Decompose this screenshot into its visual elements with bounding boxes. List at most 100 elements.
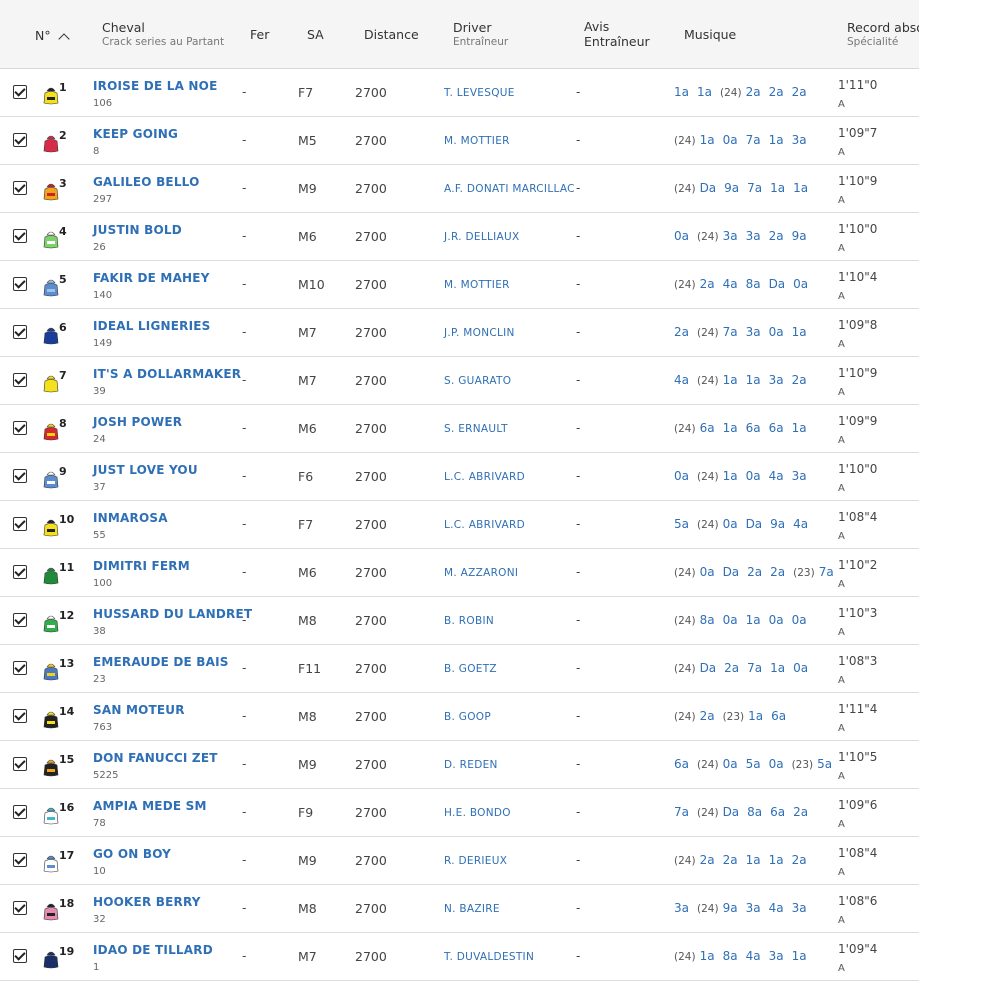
musique-result-link[interactable]: 1a: [746, 853, 761, 867]
horse-name-link[interactable]: FAKIR DE MAHEY: [93, 271, 210, 285]
horse-name-link[interactable]: JUSTIN BOLD: [93, 223, 182, 237]
table-row[interactable]: 1 IROISE DE LA NOE 106 - F7 2700 T. LEVESQUE - 1…: [0, 69, 919, 117]
musique-result-link[interactable]: 1a: [746, 613, 761, 627]
musique-result-link[interactable]: 3a: [792, 469, 807, 483]
musique-result-link[interactable]: 2a: [770, 565, 785, 579]
musique-result-link[interactable]: 4a: [746, 949, 761, 963]
header-distance[interactable]: Distance: [364, 0, 434, 68]
driver-link[interactable]: T. LEVESQUE: [444, 87, 515, 99]
musique-result-link[interactable]: 2a: [792, 853, 807, 867]
musique-result-link[interactable]: 2a: [723, 853, 738, 867]
table-row[interactable]: 12 HUSSARD DU LANDRET 38 - M8 2700 B. ROBIN - (2…: [0, 597, 919, 645]
musique-result-link[interactable]: 8a: [700, 613, 715, 627]
musique-result-link[interactable]: 0a: [769, 613, 784, 627]
select-checkbox[interactable]: [13, 949, 27, 963]
musique-result-link[interactable]: 1a: [746, 373, 761, 387]
musique-result-link[interactable]: 6a: [746, 421, 761, 435]
table-row[interactable]: 18 HOOKER BERRY 32 - M8 2700 N. BAZIRE - 3a (24) 9…: [0, 885, 919, 933]
musique-result-link[interactable]: 7a: [747, 661, 762, 675]
driver-link[interactable]: D. REDEN: [444, 759, 498, 771]
musique-result-link[interactable]: 5a: [817, 757, 832, 771]
musique-result-link[interactable]: 0a: [723, 517, 738, 531]
header-avis[interactable]: Avis Entraîneur: [584, 0, 664, 68]
musique-result-link[interactable]: 7a: [747, 181, 762, 195]
select-checkbox[interactable]: [13, 133, 27, 147]
table-row[interactable]: 7 IT'S A DOLLARMAKER 39 - M7 2700 S. GUARATO - 4…: [0, 357, 919, 405]
horse-name-link[interactable]: JOSH POWER: [93, 415, 182, 429]
musique-result-link[interactable]: Da: [769, 277, 786, 291]
musique-result-link[interactable]: 6a: [771, 709, 786, 723]
select-checkbox[interactable]: [13, 85, 27, 99]
musique-result-link[interactable]: 4a: [674, 373, 689, 387]
driver-link[interactable]: M. AZZARONI: [444, 567, 518, 579]
musique-result-link[interactable]: 1a: [792, 949, 807, 963]
musique-result-link[interactable]: 7a: [746, 133, 761, 147]
select-checkbox[interactable]: [13, 517, 27, 531]
musique-result-link[interactable]: 8a: [746, 277, 761, 291]
driver-link[interactable]: J.P. MONCLIN: [444, 327, 515, 339]
musique-result-link[interactable]: 2a: [700, 277, 715, 291]
musique-result-link[interactable]: 9a: [770, 517, 785, 531]
musique-result-link[interactable]: 7a: [723, 325, 738, 339]
horse-name-link[interactable]: JUST LOVE YOU: [93, 463, 198, 477]
musique-result-link[interactable]: 2a: [674, 325, 689, 339]
musique-result-link[interactable]: 5a: [746, 757, 761, 771]
table-row[interactable]: 6 IDEAL LIGNERIES 149 - M7 2700 J.P. MONCLIN - 2…: [0, 309, 919, 357]
musique-result-link[interactable]: 0a: [723, 613, 738, 627]
musique-result-link[interactable]: 9a: [792, 229, 807, 243]
horse-name-link[interactable]: HOOKER BERRY: [93, 895, 201, 909]
musique-result-link[interactable]: 0a: [723, 757, 738, 771]
musique-result-link[interactable]: 9a: [723, 901, 738, 915]
musique-result-link[interactable]: 0a: [769, 325, 784, 339]
musique-result-link[interactable]: 3a: [746, 325, 761, 339]
musique-result-link[interactable]: 3a: [769, 373, 784, 387]
horse-name-link[interactable]: IT'S A DOLLARMAKER: [93, 367, 241, 381]
select-checkbox[interactable]: [13, 229, 27, 243]
select-checkbox[interactable]: [13, 325, 27, 339]
driver-link[interactable]: A.F. DONATI MARCILLAC: [444, 183, 575, 195]
musique-result-link[interactable]: 0a: [674, 469, 689, 483]
table-row[interactable]: 4 JUSTIN BOLD 26 - M6 2700 J.R. DELLIAUX - 0a (24…: [0, 213, 919, 261]
driver-link[interactable]: M. MOTTIER: [444, 135, 510, 147]
musique-result-link[interactable]: Da: [723, 805, 740, 819]
horse-name-link[interactable]: EMERAUDE DE BAIS: [93, 655, 229, 669]
horse-name-link[interactable]: AMPIA MEDE SM: [93, 799, 207, 813]
driver-link[interactable]: L.C. ABRIVARD: [444, 519, 525, 531]
driver-link[interactable]: H.E. BONDO: [444, 807, 511, 819]
musique-result-link[interactable]: 1a: [792, 421, 807, 435]
select-checkbox[interactable]: [13, 277, 27, 291]
select-checkbox[interactable]: [13, 565, 27, 579]
musique-result-link[interactable]: Da: [746, 517, 763, 531]
musique-result-link[interactable]: 0a: [793, 277, 808, 291]
select-checkbox[interactable]: [13, 469, 27, 483]
musique-result-link[interactable]: 5a: [674, 517, 689, 531]
table-row[interactable]: 10 INMAROSA 55 - F7 2700 L.C. ABRIVARD - 5a (24) 0…: [0, 501, 919, 549]
musique-result-link[interactable]: 6a: [700, 421, 715, 435]
table-row[interactable]: 3 GALILEO BELLO 297 - M9 2700 A.F. DONATI MARC…: [0, 165, 919, 213]
driver-link[interactable]: S. ERNAULT: [444, 423, 508, 435]
musique-result-link[interactable]: 0a: [700, 565, 715, 579]
table-row[interactable]: 2 KEEP GOING 8 - M5 2700 M. MOTTIER - (24) 1a 0a 7a…: [0, 117, 919, 165]
driver-link[interactable]: R. DERIEUX: [444, 855, 507, 867]
header-fer[interactable]: Fer: [250, 0, 290, 68]
select-checkbox[interactable]: [13, 709, 27, 723]
table-row[interactable]: 17 GO ON BOY 10 - M9 2700 R. DERIEUX - (24) 2a 2a 1…: [0, 837, 919, 885]
musique-result-link[interactable]: 1a: [792, 325, 807, 339]
musique-result-link[interactable]: 1a: [697, 85, 712, 99]
musique-result-link[interactable]: 6a: [674, 757, 689, 771]
header-record[interactable]: Record absolu Spécialité: [847, 0, 919, 68]
musique-result-link[interactable]: 4a: [793, 517, 808, 531]
musique-result-link[interactable]: 3a: [769, 949, 784, 963]
header-musique[interactable]: Musique: [684, 0, 764, 68]
select-checkbox[interactable]: [13, 805, 27, 819]
musique-result-link[interactable]: 4a: [769, 901, 784, 915]
table-row[interactable]: 8 JOSH POWER 24 - M6 2700 S. ERNAULT - (24) 6a 1a 6…: [0, 405, 919, 453]
musique-result-link[interactable]: 2a: [700, 853, 715, 867]
select-checkbox[interactable]: [13, 181, 27, 195]
musique-result-link[interactable]: 7a: [819, 565, 834, 579]
horse-name-link[interactable]: HUSSARD DU LANDRET: [93, 607, 252, 621]
musique-result-link[interactable]: 1a: [769, 133, 784, 147]
musique-result-link[interactable]: 6a: [770, 805, 785, 819]
horse-name-link[interactable]: GO ON BOY: [93, 847, 171, 861]
musique-result-link[interactable]: 1a: [723, 469, 738, 483]
